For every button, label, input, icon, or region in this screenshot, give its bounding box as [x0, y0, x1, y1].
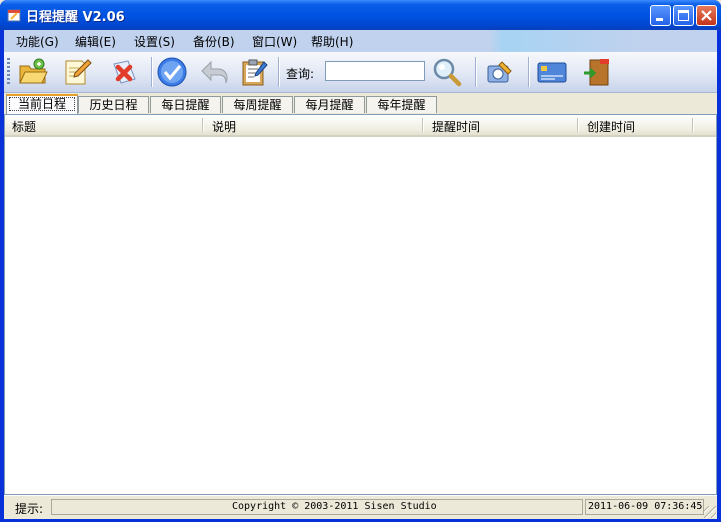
clipboard-icon[interactable] [238, 56, 270, 88]
title-bar[interactable]: 日程提醒 V2.06 [0, 0, 721, 30]
maximize-button[interactable] [673, 5, 694, 26]
open-folder-icon[interactable] [17, 56, 49, 88]
list-header: 标题 说明 提醒时间 创建时间 [5, 115, 716, 137]
menu-function[interactable]: 功能(G) [16, 33, 59, 50]
search-icon[interactable] [431, 56, 463, 88]
menu-window[interactable]: 窗口(W) [252, 33, 297, 50]
status-datetime: 2011-06-09 07:36:45 [588, 501, 703, 512]
app-calendar-icon [7, 9, 21, 22]
status-datetime-panel: 2011-06-09 07:36:45 [585, 499, 704, 515]
column-divider[interactable] [577, 118, 579, 132]
toolbar-separator [475, 57, 477, 87]
close-icon [701, 10, 712, 21]
column-header-created-time[interactable]: 创建时间 [587, 118, 635, 135]
status-message-panel: Copyright © 2003-2011 Sisen Studio [51, 499, 583, 515]
delete-icon[interactable] [108, 56, 140, 88]
menu-edit[interactable]: 编辑(E) [75, 33, 116, 50]
toolbar-separator [528, 57, 530, 87]
status-label: 提示: [15, 502, 44, 516]
toolbar-grip[interactable] [7, 58, 10, 86]
search-label: 查询: [286, 67, 315, 81]
client-area: 功能(G) 编辑(E) 设置(S) 备份(B) 窗口(W) 帮助(H) 查询: … [4, 30, 717, 519]
close-button[interactable] [696, 5, 717, 26]
menu-backup[interactable]: 备份(B) [193, 33, 235, 50]
tab-strip: 当前日程 历史日程 每日提醒 每周提醒 每月提醒 每年提醒 [4, 94, 717, 114]
tab-weekly-reminder[interactable]: 每周提醒 [222, 96, 293, 113]
column-header-description[interactable]: 说明 [212, 118, 236, 135]
toolbar: 查询: [4, 52, 717, 93]
resize-grip[interactable] [704, 506, 716, 518]
menu-bar: 功能(G) 编辑(E) 设置(S) 备份(B) 窗口(W) 帮助(H) [4, 30, 717, 52]
check-icon[interactable] [156, 56, 188, 88]
tab-current-schedule[interactable]: 当前日程 [6, 94, 78, 114]
exit-door-icon[interactable] [582, 56, 614, 88]
toolbar-separator [151, 57, 153, 87]
app-window: 日程提醒 V2.06 功能(G) 编辑(E) 设置(S) 备份(B) 窗口(W)… [0, 0, 721, 522]
copyright-text: Copyright © 2003-2011 Sisen Studio [232, 501, 437, 512]
menu-help[interactable]: 帮助(H) [311, 33, 353, 50]
column-divider[interactable] [692, 118, 694, 132]
window-title: 日程提醒 V2.06 [26, 10, 125, 25]
minimize-icon [656, 18, 663, 21]
edit-note-icon[interactable] [61, 56, 93, 88]
column-divider[interactable] [422, 118, 424, 132]
tab-monthly-reminder[interactable]: 每月提醒 [294, 96, 365, 113]
column-divider[interactable] [202, 118, 204, 132]
status-bar: 提示: Copyright © 2003-2011 Sisen Studio 2… [4, 495, 717, 519]
column-header-title[interactable]: 标题 [12, 118, 36, 135]
toolbar-separator [278, 57, 280, 87]
menu-settings[interactable]: 设置(S) [134, 33, 175, 50]
undo-icon[interactable] [199, 56, 231, 88]
card-icon[interactable] [536, 56, 568, 88]
tab-yearly-reminder[interactable]: 每年提醒 [366, 96, 437, 113]
maximize-icon [678, 10, 689, 21]
schedule-list[interactable]: 标题 说明 提醒时间 创建时间 [4, 114, 717, 495]
settings-tools-icon[interactable] [484, 56, 516, 88]
tab-daily-reminder[interactable]: 每日提醒 [150, 96, 221, 113]
tab-history-schedule[interactable]: 历史日程 [78, 96, 149, 113]
minimize-button[interactable] [650, 5, 671, 26]
search-input[interactable] [325, 61, 425, 81]
column-header-remind-time[interactable]: 提醒时间 [432, 118, 480, 135]
